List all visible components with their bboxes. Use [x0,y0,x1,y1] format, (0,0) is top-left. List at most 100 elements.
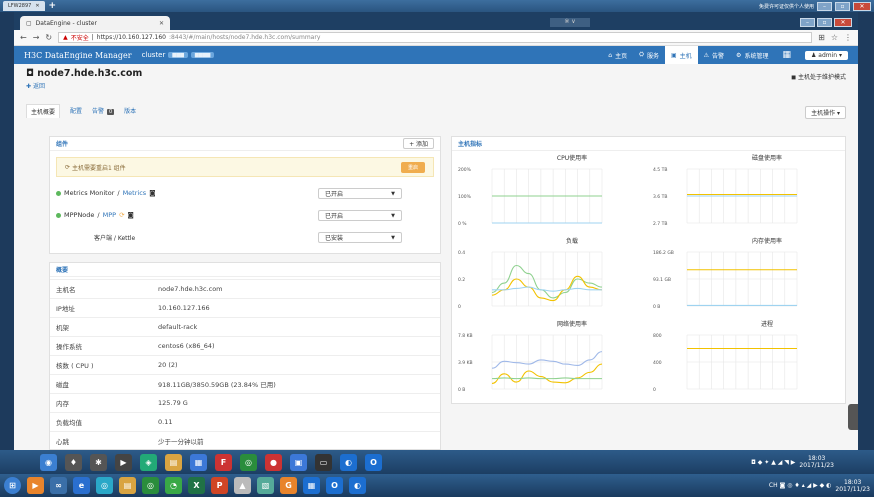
ie-icon[interactable]: e [73,477,90,494]
services-icon: ⛭ [639,51,644,58]
tab-versions[interactable]: 版本 [124,106,136,115]
tab-close-icon[interactable]: ✕ [159,20,164,27]
chrome-icon[interactable]: ◎ [142,477,159,494]
app-icon[interactable]: ▣ [290,453,307,471]
address-bar: ← → ↻ ▲ 不安全 | https://10.160.127.160:844… [14,30,858,46]
summary-value: 125.79 G [158,398,188,407]
app-icon[interactable]: ◐ [349,477,366,494]
app-icon[interactable]: ● [265,453,282,471]
tray-icons: ◘ ◆ ✦ ▲ ◢ ◥ ▶ [751,458,796,466]
chrome-icon[interactable]: ◎ [240,453,257,471]
state-label: 已开启 [325,213,344,220]
app-icon[interactable]: ▦ [190,453,207,471]
filezilla-icon[interactable]: F [215,453,232,471]
close-window-button[interactable]: ✕ [853,1,871,11]
start-icon[interactable]: ◉ [40,453,57,471]
series-line [491,275,603,302]
outlook-icon[interactable]: O [326,477,343,494]
summary-value: 918.11GB/3850.59GB (23.84% 已用) [158,380,276,389]
browser-close-button[interactable]: ✕ [834,18,852,27]
service-link[interactable]: Metrics [123,189,147,197]
nav-item[interactable]: ⛭ 服务 [633,46,665,64]
y-tick-label: 2.7 TB [653,221,667,227]
line-chart: 800 400 0 [653,333,798,393]
security-label: 不安全 [70,35,89,42]
caret-down-icon: ▼ [391,212,395,219]
state-label: 已安装 [325,235,344,242]
remote-tab[interactable]: LFW2897 ✕ [3,1,45,11]
add-tab-icon[interactable]: + [49,1,57,11]
components-title: 组件 [56,141,69,148]
app-icon[interactable]: ▦ [303,477,320,494]
component-state-dropdown[interactable]: 已开启 ▼ [318,188,402,199]
windows-start-icon[interactable]: ⊞ [4,477,21,494]
y-tick-label: 0 % [458,221,467,227]
app-icon[interactable]: ♦ [65,453,82,471]
table-row: 机架 default-rack [50,317,440,335]
close-icon[interactable]: ✕ [35,3,39,9]
nav-item[interactable]: ⚠ 告警 [698,46,730,64]
metrics-panel: 主机指标 CPU使用率 200% 100% 0 % 磁盘使用率 4.5 TB 3.6 TB 2… [451,136,846,404]
back-link[interactable]: ✚ 返回 [26,81,45,90]
tab-config[interactable]: 配置 [70,106,82,115]
browser-minimize-button[interactable]: – [800,18,815,27]
cluster-label[interactable]: cluster [142,51,166,59]
tab-alerts[interactable]: 告警 0 [92,106,115,115]
star-icon[interactable]: ☆ [831,33,838,42]
app-icon[interactable]: ▧ [257,477,274,494]
browser-maximize-button[interactable]: ▫ [817,18,832,27]
app-icon[interactable]: O [365,453,382,471]
component-name: Metrics Monitor [64,189,115,197]
app-icon[interactable]: ◈ [140,453,157,471]
y-tick-label: 7.8 KB [458,333,473,339]
media-icon[interactable]: ▶ [27,477,44,494]
nav-item[interactable]: ⚙ 系统管理 [730,46,774,64]
system-date: 2017/11/23 [835,485,870,493]
wechat-icon[interactable]: ◔ [165,477,182,494]
url-input[interactable]: ▲ 不安全 | https://10.160.127.160:8443/#/ma… [58,32,813,43]
translate-icon[interactable]: ⊞ [818,33,825,42]
component-state-dropdown[interactable]: 已安装 ▼ [318,232,402,243]
explorer-icon[interactable]: ▤ [119,477,136,494]
component-state-dropdown[interactable]: 已开启 ▼ [318,210,402,221]
tab-summary[interactable]: 主机概要 [26,103,61,118]
app-icon[interactable]: ▶ [115,453,132,471]
camera-icon: ◙ [149,189,156,197]
url-separator: | [91,34,94,41]
app-icon[interactable]: ◐ [340,453,357,471]
camera-icon: ◙ [127,211,134,219]
app-icon[interactable]: ◎ [96,477,113,494]
grid-icon[interactable]: ▦ [774,50,799,60]
nav-item[interactable]: ⌂ 主页 [602,46,633,64]
caret-down-icon: ▼ [391,190,395,197]
menu-icon[interactable]: ⋮ [844,33,852,42]
host-actions-button[interactable]: 主机操作 ▾ [805,106,846,119]
excel-icon[interactable]: X [188,477,205,494]
y-tick-label: 0 [653,387,656,393]
powerpoint-icon[interactable]: P [211,477,228,494]
scroll-handle[interactable] [848,404,858,430]
forward-arrow-icon[interactable]: → [33,33,40,42]
user-menu[interactable]: ♟ admin ▾ [804,50,848,60]
app-icon[interactable]: ▲ [234,477,251,494]
minimize-button[interactable]: – [817,1,832,11]
app-icon[interactable]: ✱ [90,453,107,471]
app-icon[interactable]: G [280,477,297,494]
terminal-icon[interactable]: ▭ [315,453,332,471]
reload-icon[interactable]: ↻ [45,33,52,42]
restore-button[interactable]: ▫ [835,1,850,11]
add-component-button[interactable]: + 添加 [403,138,434,149]
table-row: 磁盘 918.11GB/3850.59GB (23.84% 已用) [50,374,440,392]
browser-tab[interactable]: ▢ DataEngine - cluster ✕ [20,16,170,30]
nav-item[interactable]: ▣ 主机 [664,46,698,64]
cluster-tag: ▆▆▆▆ [190,52,215,58]
app-icon[interactable]: ∞ [50,477,67,494]
admin-icon: ⚙ [736,51,742,59]
folder-icon[interactable]: ▤ [165,453,182,471]
component-name: MPPNode [64,211,95,219]
back-arrow-icon[interactable]: ← [20,33,27,42]
service-link[interactable]: MPP [103,211,116,219]
restart-button[interactable]: 重启 [400,161,425,173]
table-row: 负载均值 0.11 [50,412,440,430]
cluster-tag: ▆▆▆ [168,52,188,58]
